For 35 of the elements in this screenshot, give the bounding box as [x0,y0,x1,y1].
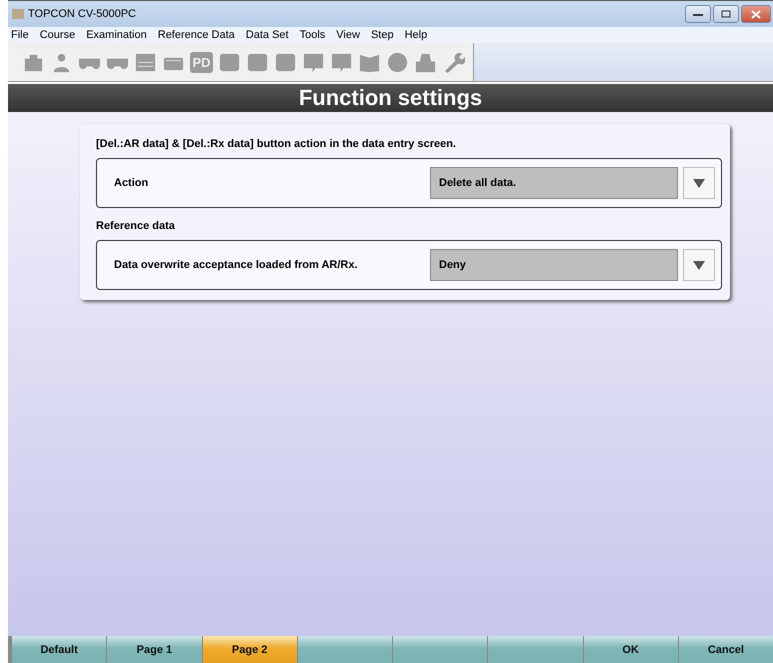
section-title: [Del.:AR data] & [Del.:Rx data] button action in the data entry screen. [96,137,457,150]
function-button[interactable]: Default [12,636,106,663]
maximize-icon [721,10,731,18]
menu-item[interactable]: Examination [86,29,147,41]
close-icon [751,10,761,18]
minimize-icon [693,12,703,16]
function-button[interactable]: Page 2 [202,636,297,663]
setting-label: Data overwrite acceptance loaded from AR/Rx. [114,259,359,271]
function-button[interactable]: Page 1 [107,636,202,663]
menu-item[interactable]: Help [404,29,428,41]
caret-icon [693,178,705,188]
section-title: Reference data [96,219,176,232]
close-button[interactable] [741,5,771,23]
page-header: Function settings [8,84,773,112]
maximize-button[interactable] [713,5,739,23]
circle-icon[interactable] [386,50,409,74]
caret-icon [693,260,705,270]
dropdown-button[interactable] [683,167,715,199]
menu-item[interactable]: View [336,29,360,41]
minimize-button[interactable] [685,5,711,23]
menu-item[interactable]: Reference Data [158,29,235,41]
app-icon [12,9,24,19]
dropdown-field[interactable]: Delete all data. [430,167,678,199]
menu-item[interactable]: Data Set [246,29,289,41]
wrench-icon[interactable] [442,50,465,74]
dropdown-field[interactable]: Deny [430,249,678,281]
menu-item[interactable]: Step [370,29,394,41]
menu-item[interactable]: Tools [300,29,326,41]
dropdown-button[interactable] [683,249,715,281]
menu-item[interactable]: Course [40,29,76,41]
function-button[interactable]: OK [584,636,678,663]
function-button[interactable]: Cancel [678,636,773,663]
window-title: TOPCON CV-5000PC [28,8,138,20]
setting-label: Action [114,177,150,189]
menu-item[interactable]: File [11,29,29,41]
